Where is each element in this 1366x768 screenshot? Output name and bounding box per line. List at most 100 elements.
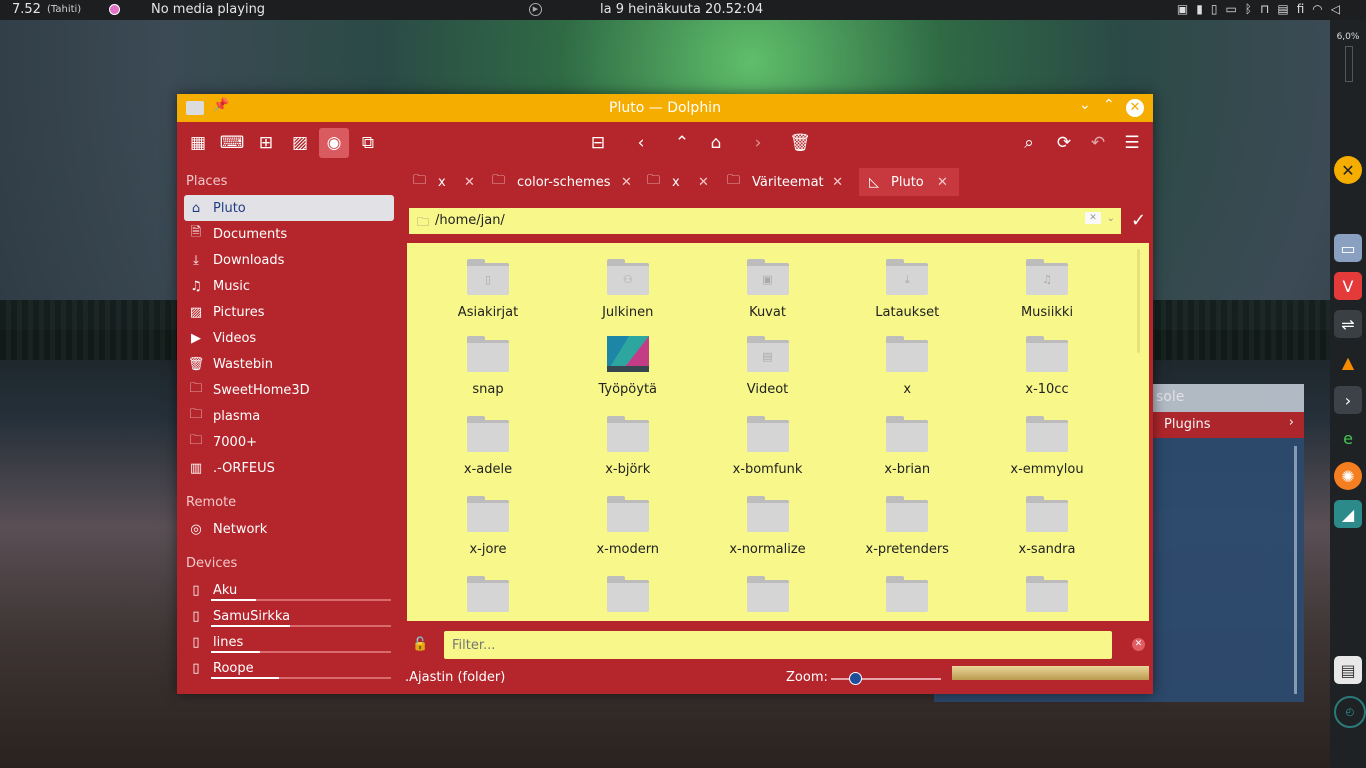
mixer-icon[interactable]: ⇌	[1334, 310, 1362, 338]
file-item[interactable]: x-adele	[428, 416, 548, 477]
chevron-down-icon[interactable]: ⌄	[1107, 213, 1115, 224]
place-documents[interactable]: 🗎 Documents	[184, 221, 394, 247]
reload-icon[interactable]: ⟳	[1049, 128, 1079, 158]
place-music[interactable]: ♫ Music	[184, 273, 394, 299]
hamburger-menu-icon[interactable]: ☰	[1117, 128, 1147, 158]
orange-app-icon[interactable]: ✺	[1334, 462, 1362, 490]
file-item[interactable]: x-10cc	[987, 336, 1107, 397]
minimize-icon[interactable]: ⌄	[1079, 97, 1091, 113]
file-item[interactable]	[847, 576, 967, 621]
tab-close-icon[interactable]: ✕	[464, 175, 475, 190]
media-player-icon[interactable]	[109, 4, 120, 15]
location-bar[interactable]: 🗀 /home/jan/ ✕ ⌄	[409, 208, 1121, 234]
file-item[interactable]: x-brian	[847, 416, 967, 477]
file-item[interactable]: x-bomfunk	[708, 416, 828, 477]
file-item[interactable]: x-emmylou	[987, 416, 1107, 477]
file-item[interactable]: x-normalize	[708, 496, 828, 557]
tab-variteemat[interactable]: 🗀 Väriteemat ✕	[717, 168, 843, 196]
undo-icon[interactable]: ↶	[1083, 128, 1113, 158]
file-item[interactable]: ▣ Kuvat	[708, 259, 828, 320]
file-item[interactable]: ⤓ Lataukset	[847, 259, 967, 320]
kdenlive-icon[interactable]: ◢	[1334, 500, 1362, 528]
split-view-icon[interactable]: ▦	[183, 128, 213, 158]
place-pictures[interactable]: ▨ Pictures	[184, 299, 394, 325]
search-icon[interactable]: ⌕	[1014, 128, 1044, 158]
tab-close-icon[interactable]: ✕	[937, 175, 948, 190]
file-item[interactable]: x-sandra	[987, 496, 1107, 557]
filter-input[interactable]	[444, 631, 1112, 659]
console-scrollbar[interactable]	[1294, 446, 1297, 694]
battery-icon[interactable]: ▮	[1196, 2, 1203, 16]
phone-icon[interactable]: ▯	[1211, 2, 1218, 16]
new-window-icon[interactable]: ⊞	[251, 128, 281, 158]
clock-icon[interactable]: ◴	[1334, 696, 1366, 728]
back-icon[interactable]: ‹	[626, 128, 656, 158]
volume-icon[interactable]: ◁	[1331, 2, 1340, 16]
world-clock[interactable]: 7.52	[12, 2, 41, 17]
confirm-location-icon[interactable]: ✓	[1131, 210, 1146, 231]
date-time[interactable]: la 9 heinäkuuta 20.52:04	[600, 2, 763, 17]
forward-icon[interactable]: ›	[743, 128, 773, 158]
maximize-icon[interactable]: ⌃	[1103, 97, 1115, 113]
editor-icon[interactable]: e	[1334, 424, 1362, 452]
tab-close-icon[interactable]: ✕	[621, 175, 632, 190]
file-item[interactable]: ▯ Asiakirjat	[428, 259, 548, 320]
dolphin-icon[interactable]: ▭	[1334, 234, 1362, 262]
close-icon[interactable]: ✕	[1126, 99, 1144, 117]
vlc-icon[interactable]: ▲	[1334, 348, 1362, 376]
cpu-usage[interactable]: 6,0%	[1330, 32, 1366, 42]
show-hidden-icon[interactable]: ◉	[319, 128, 349, 158]
place-videos[interactable]: ▶ Videos	[184, 325, 394, 351]
place-orfeus[interactable]: ▥ .-ORFEUS	[184, 455, 394, 481]
terminal-icon[interactable]: ⌨	[217, 128, 247, 158]
media-status[interactable]: No media playing	[151, 2, 265, 17]
file-item[interactable]: x	[847, 336, 967, 397]
new-tab-icon[interactable]: ⧉	[353, 128, 383, 158]
new-folder-icon[interactable]: ⊟	[583, 128, 613, 158]
place-sweethome3d[interactable]: 🗀 SweetHome3D	[184, 377, 394, 403]
console-icon[interactable]: ›	[1334, 386, 1362, 414]
up-icon[interactable]: ⌃	[667, 128, 697, 158]
place-downloads[interactable]: ⤓ Downloads	[184, 247, 394, 273]
place-wastebin[interactable]: 🗑 Wastebin	[184, 351, 394, 377]
file-item[interactable]: x-modern	[568, 496, 688, 557]
file-item[interactable]: x-björk	[568, 416, 688, 477]
console-plugins-button[interactable]: Plugins ›	[1152, 412, 1304, 438]
file-item[interactable]	[568, 576, 688, 621]
place-network[interactable]: ◎ Network	[184, 516, 394, 542]
file-view[interactable]: ▯ Asiakirjat ⚇ Julkinen ▣ Kuvat ⤓ Lataukset ♫ Mus…	[407, 243, 1149, 621]
place-pluto[interactable]: ⌂ Pluto	[184, 195, 394, 221]
close-app-icon[interactable]: ✕	[1334, 156, 1362, 184]
file-item[interactable]: x-pretenders	[847, 496, 967, 557]
lock-icon[interactable]: 🔓	[412, 637, 428, 652]
file-item[interactable]	[428, 576, 548, 621]
clipboard-icon[interactable]: ▤	[1277, 2, 1288, 16]
file-item[interactable]: snap	[428, 336, 548, 397]
play-icon[interactable]: ▶	[529, 3, 542, 16]
preview-icon[interactable]: ▨	[285, 128, 315, 158]
tab-pluto[interactable]: ◺ Pluto ✕	[859, 168, 959, 196]
disk-space-bar[interactable]	[952, 666, 1149, 680]
file-item[interactable]	[708, 576, 828, 621]
bluetooth-icon[interactable]: ᛒ	[1245, 2, 1252, 16]
home-icon[interactable]: ⌂	[701, 128, 731, 158]
notes-icon[interactable]: ▤	[1334, 656, 1362, 684]
place-7000[interactable]: 🗀 7000+	[184, 429, 394, 455]
file-item[interactable]: ⚇ Julkinen	[568, 259, 688, 320]
tab-x-2[interactable]: 🗀 x ✕	[637, 168, 712, 196]
zoom-slider[interactable]	[831, 678, 941, 680]
view-scrollbar[interactable]	[1137, 249, 1140, 353]
tab-color-schemes[interactable]: 🗀 color-schemes ✕	[482, 168, 632, 196]
wifi-icon[interactable]: ◠	[1312, 2, 1322, 16]
place-plasma[interactable]: 🗀 plasma	[184, 403, 394, 429]
titlebar[interactable]: 📌 Pluto — Dolphin ⌄ ⌃ ✕	[177, 94, 1153, 122]
zoom-slider-handle[interactable]	[849, 672, 862, 685]
file-item[interactable]: ▤ Videot	[708, 336, 828, 397]
keyboard-layout[interactable]: fi	[1297, 2, 1305, 16]
clear-location-icon[interactable]: ✕	[1085, 212, 1101, 224]
close-filter-icon[interactable]: ✕	[1132, 638, 1145, 651]
file-item[interactable]: Työpöytä	[568, 336, 688, 397]
file-item[interactable]	[987, 576, 1107, 621]
file-item[interactable]: ♫ Musiikki	[987, 259, 1107, 320]
location-path[interactable]: /home/jan/	[435, 213, 505, 228]
